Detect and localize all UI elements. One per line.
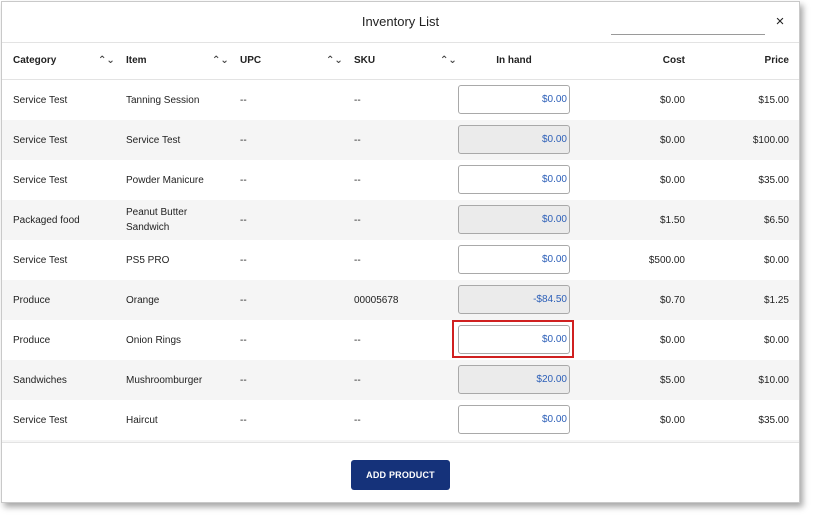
sku-cell: -- (354, 414, 361, 426)
header-item[interactable]: Item (126, 43, 147, 79)
table-row: Produce Onion Rings -- -- $0.00 $0.00 (2, 320, 799, 360)
upc-cell: -- (240, 294, 247, 306)
in-hand-input[interactable] (458, 285, 570, 314)
table-row: Service Test Haircut -- -- $0.00 $35.00 (2, 400, 799, 440)
price-cell: $100.00 (752, 134, 789, 146)
table-header: Category ⌃⌄ Item ⌃⌄ UPC ⌃⌄ SKU ⌃⌄ In han… (2, 43, 799, 80)
upc-cell: -- (240, 334, 247, 346)
table-row: Produce Orange -- 00005678 $0.70 $1.25 (2, 280, 799, 320)
sort-icon[interactable]: ⌃⌄ (440, 43, 457, 79)
item-cell: Powder Manicure (126, 174, 204, 186)
sku-cell: -- (354, 214, 361, 226)
item-cell: Orange (126, 294, 160, 306)
item-cell: Service Test (126, 134, 181, 146)
cost-cell: $1.50 (659, 214, 685, 226)
item-cell: Haircut (126, 414, 158, 426)
table-row: Service Test Powder Manicure -- -- $0.00… (2, 160, 799, 200)
cost-cell: $0.70 (659, 294, 685, 306)
cost-cell: $0.00 (659, 174, 685, 186)
sku-cell: -- (354, 174, 361, 186)
category-cell: Packaged food (13, 214, 80, 226)
price-cell: $35.00 (758, 174, 789, 186)
in-hand-input[interactable] (458, 245, 570, 274)
header-upc[interactable]: UPC (240, 43, 261, 79)
in-hand-input[interactable] (458, 85, 570, 114)
header-cost: Cost (662, 55, 685, 66)
price-cell: $0.00 (763, 254, 789, 266)
in-hand-input[interactable] (458, 405, 570, 434)
sort-icon[interactable]: ⌃⌄ (212, 43, 229, 79)
cost-cell: $0.00 (659, 414, 685, 426)
upc-cell: -- (240, 414, 247, 426)
upc-cell: -- (240, 214, 247, 226)
category-cell: Produce (13, 334, 51, 346)
price-cell: $1.25 (763, 294, 789, 306)
cost-cell: $500.00 (648, 254, 685, 266)
category-cell: Service Test (13, 174, 68, 186)
close-icon[interactable]: × (772, 13, 788, 31)
category-cell: Service Test (13, 414, 68, 426)
table-row: Service Test Service Test -- -- $0.00 $1… (2, 120, 799, 160)
sku-cell: -- (354, 334, 361, 346)
table-body: Service Test Tanning Session -- -- $0.00… (2, 80, 799, 442)
sort-icon[interactable]: ⌃⌄ (98, 43, 115, 79)
upc-cell: -- (240, 374, 247, 386)
header-in-hand: In hand (496, 55, 532, 66)
item-cell: Tanning Session (126, 94, 200, 106)
sku-cell: -- (354, 94, 361, 106)
category-cell: Service Test (13, 254, 68, 266)
sku-cell: -- (354, 134, 361, 146)
header-price: Price (764, 55, 789, 66)
sku-cell: -- (354, 374, 361, 386)
upc-cell: -- (240, 134, 247, 146)
search-input[interactable] (611, 16, 765, 35)
table-row: Packaged food Peanut Butter Sandwich -- … (2, 200, 799, 240)
category-cell: Sandwiches (13, 374, 67, 386)
in-hand-input[interactable] (458, 125, 570, 154)
table-row: Sandwiches Mushroomburger -- -- $5.00 $1… (2, 360, 799, 400)
add-product-button[interactable]: ADD PRODUCT (351, 460, 450, 490)
header-category[interactable]: Category (13, 43, 56, 79)
cost-cell: $5.00 (659, 374, 685, 386)
dialog-header: Inventory List × (2, 2, 799, 43)
in-hand-input[interactable] (458, 365, 570, 394)
upc-cell: -- (240, 174, 247, 186)
inventory-list-dialog: Inventory List × Category ⌃⌄ Item ⌃⌄ UPC… (1, 1, 800, 503)
category-cell: Produce (13, 294, 51, 306)
price-cell: $10.00 (758, 374, 789, 386)
price-cell: $35.00 (758, 414, 789, 426)
upc-cell: -- (240, 254, 247, 266)
table-row: Service Test PS5 PRO -- -- $500.00 $0.00 (2, 240, 799, 280)
in-hand-input[interactable] (458, 325, 570, 354)
sku-cell: 00005678 (354, 294, 399, 306)
item-cell: Mushroomburger (126, 374, 203, 386)
dialog-footer: ADD PRODUCT (2, 442, 799, 502)
upc-cell: -- (240, 94, 247, 106)
price-cell: $15.00 (758, 94, 789, 106)
item-cell: Onion Rings (126, 334, 182, 346)
sort-icon[interactable]: ⌃⌄ (326, 43, 343, 79)
price-cell: $0.00 (763, 334, 789, 346)
in-hand-input[interactable] (458, 165, 570, 194)
category-cell: Service Test (13, 134, 68, 146)
table-row: Service Test Tanning Session -- -- $0.00… (2, 80, 799, 120)
item-cell: PS5 PRO (126, 254, 170, 266)
cost-cell: $0.00 (659, 94, 685, 106)
cost-cell: $0.00 (659, 134, 685, 146)
in-hand-input[interactable] (458, 205, 570, 234)
sku-cell: -- (354, 254, 361, 266)
cost-cell: $0.00 (659, 334, 685, 346)
item-cell: Peanut Butter Sandwich (126, 207, 188, 233)
category-cell: Service Test (13, 94, 68, 106)
header-sku[interactable]: SKU (354, 43, 375, 79)
price-cell: $6.50 (763, 214, 789, 226)
